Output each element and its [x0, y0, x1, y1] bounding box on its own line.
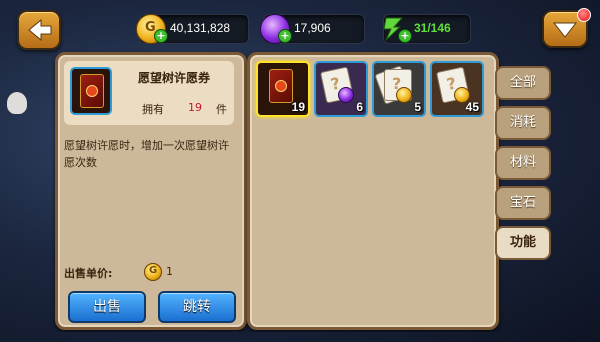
- inventory-slot-mystery-card-coin[interactable]: ? 45: [430, 61, 484, 117]
- tab-gems[interactable]: 宝石: [495, 186, 551, 220]
- wish-ticket-icon: [70, 67, 112, 115]
- item-description: 愿望树许愿时，增加一次愿望树许愿次数: [64, 139, 229, 169]
- add-gold-icon[interactable]: +: [154, 29, 168, 43]
- tab-materials[interactable]: 材料: [495, 146, 551, 180]
- item-name: 愿望树许愿券: [138, 71, 211, 85]
- gem-counter[interactable]: + 17,906: [260, 14, 365, 44]
- add-gem-icon[interactable]: +: [278, 29, 292, 43]
- game-screen: G + 40,131,828 + 17,906 + 31/146 愿望树许愿券 …: [7, 6, 593, 332]
- item-count: 45: [465, 100, 479, 114]
- own-unit: 件: [216, 103, 227, 116]
- gold-coin-icon: [396, 87, 412, 103]
- back-button[interactable]: [17, 10, 61, 50]
- gold-amount: 40,131,828: [170, 21, 231, 35]
- item-detail-panel: 愿望树许愿券 拥有 19 件 愿望树许愿时，增加一次愿望树许愿次数 出售单价: …: [55, 52, 247, 330]
- inventory-slot-wish-ticket[interactable]: 19: [256, 61, 310, 117]
- notification-dot: [577, 8, 591, 22]
- item-count: 6: [356, 100, 363, 114]
- ghost-character: [7, 92, 27, 114]
- tab-functions[interactable]: 功能: [495, 226, 551, 260]
- energy-amount: 31/146: [414, 21, 451, 35]
- inventory-slot-mystery-card-stack[interactable]: ? 5: [372, 61, 426, 117]
- sell-price-label: 出售单价:: [64, 267, 113, 280]
- sell-price-value: 1: [166, 265, 173, 278]
- add-energy-icon[interactable]: +: [398, 29, 412, 43]
- item-detail-header: 愿望树许愿券 拥有 19 件: [64, 61, 234, 125]
- tab-consumables[interactable]: 消耗: [495, 106, 551, 140]
- gold-coin-icon: G: [144, 263, 162, 281]
- back-arrow-icon: [28, 18, 52, 42]
- gem-amount: 17,906: [294, 21, 331, 35]
- own-count: 19: [188, 101, 202, 114]
- purple-gem-icon: [338, 87, 354, 103]
- energy-counter[interactable]: + 31/146: [383, 14, 471, 44]
- gold-counter[interactable]: G + 40,131,828: [136, 14, 249, 44]
- tab-all[interactable]: 全部: [495, 66, 551, 100]
- inventory-slot-mystery-card-gem[interactable]: ? 6: [314, 61, 368, 117]
- item-count: 19: [291, 100, 305, 114]
- sell-button[interactable]: 出售: [68, 291, 146, 323]
- inventory-panel: 19 ? 6 ? 5 ? 45: [247, 52, 499, 330]
- own-label: 拥有: [142, 103, 164, 116]
- item-count: 5: [414, 100, 421, 114]
- jump-button[interactable]: 跳转: [158, 291, 236, 323]
